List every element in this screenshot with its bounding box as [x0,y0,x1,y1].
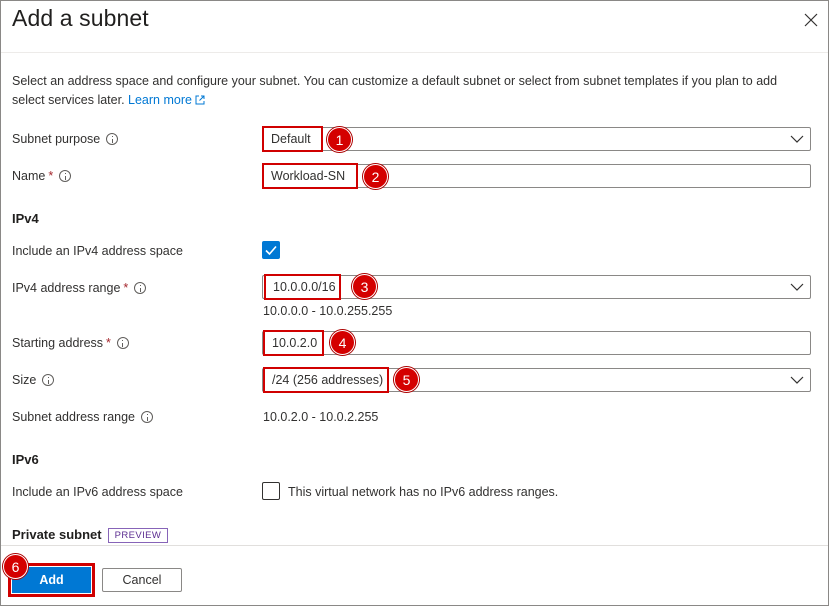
size-value: /24 (256 addresses) [263,367,389,393]
subnet-purpose-label-text: Subnet purpose [12,132,101,146]
size-label: Size [12,373,55,387]
subnet-range-value: 10.0.2.0 - 10.0.2.255 [263,410,379,424]
chevron-down-icon [790,376,804,384]
panel-description: Select an address space and configure yo… [12,72,812,111]
name-value: Workload-SN [262,163,358,189]
ipv4-range-dropdown[interactable] [262,275,811,299]
cancel-button[interactable]: Cancel [102,568,182,592]
include-ipv6-checkbox[interactable] [262,482,280,500]
include-ipv4-label: Include an IPv4 address space [12,244,183,258]
name-label-text: Name [12,169,46,183]
ipv4-range-label-text: IPv4 address range [12,281,121,295]
callout-badge-4: 4 [330,330,355,355]
callout-badge-6: 6 [3,554,28,579]
add-subnet-panel: Add a subnet Select an address space and… [0,0,829,606]
private-subnet-label: Private subnet [12,527,102,542]
chevron-down-icon [790,283,804,291]
ipv4-section-title: IPv4 [12,211,39,226]
ipv4-range-value: 10.0.0.0/16 [264,274,341,300]
learn-more-label: Learn more [128,93,192,107]
starting-address-value: 10.0.2.0 [263,330,324,356]
info-icon[interactable] [42,374,55,386]
close-icon[interactable] [801,10,821,30]
subnet-range-label-text: Subnet address range [12,410,136,424]
footer-divider [1,545,828,546]
callout-badge-3: 3 [352,274,377,299]
ipv6-note: This virtual network has no IPv6 address… [288,485,559,499]
required-mark: * [48,169,54,183]
include-ipv6-label: Include an IPv6 address space [12,485,183,499]
chevron-down-icon [790,135,804,143]
include-ipv4-checkbox[interactable] [262,241,280,259]
header-divider [1,52,828,53]
info-icon[interactable] [134,282,147,294]
required-mark: * [123,281,129,295]
starting-address-label-text: Starting address [12,336,104,350]
preview-tag: PREVIEW [107,528,169,543]
external-link-icon [195,92,205,111]
info-icon[interactable] [59,170,72,182]
description-text: Select an address space and configure yo… [12,74,778,107]
subnet-range-label: Subnet address range [12,410,154,424]
ipv4-range-hint: 10.0.0.0 - 10.0.255.255 [263,304,393,318]
learn-more-link[interactable]: Learn more [128,93,205,107]
panel-title: Add a subnet [12,5,149,31]
info-icon[interactable] [116,337,129,349]
info-icon[interactable] [106,133,119,145]
private-subnet-title: Private subnet PREVIEW [12,527,169,543]
subnet-purpose-value: Default [262,126,323,152]
name-label: Name * [12,169,72,183]
subnet-purpose-label: Subnet purpose [12,132,119,146]
info-icon[interactable] [141,411,154,423]
ipv4-range-label: IPv4 address range * [12,281,147,295]
size-label-text: Size [12,373,37,387]
checkmark-icon [265,245,277,256]
ipv6-section-title: IPv6 [12,452,39,467]
starting-address-label: Starting address * [12,336,129,350]
required-mark: * [106,336,111,350]
callout-badge-2: 2 [363,164,388,189]
callout-badge-1: 1 [327,127,352,152]
callout-badge-5: 5 [394,367,419,392]
